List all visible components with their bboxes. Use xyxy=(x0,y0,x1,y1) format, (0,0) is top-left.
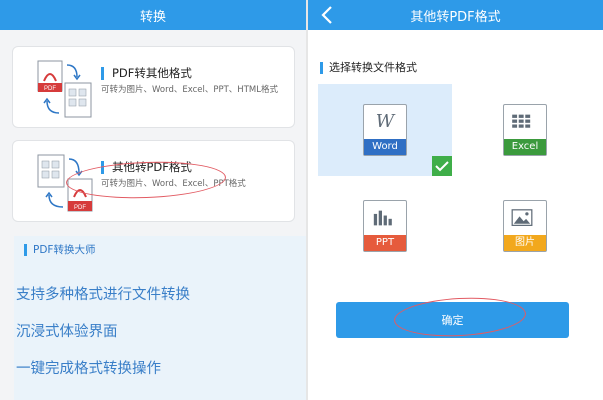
format-tile-word[interactable]: W Word xyxy=(318,84,452,176)
convert-title: 转换 xyxy=(139,9,166,25)
card-description: 可转为图片、Word、Excel、PPT、HTML格式 xyxy=(101,85,278,95)
format-tile-ppt[interactable]: PPT xyxy=(318,180,452,272)
picture-icon xyxy=(511,209,533,226)
format-select-screen: 其他转PDF格式 选择转换文件格式 W Word Excel PPT 图片 确定 xyxy=(308,0,603,400)
grid-icon xyxy=(512,114,531,128)
format-tile-image[interactable]: 图片 xyxy=(458,180,592,272)
selected-check-icon xyxy=(432,156,452,176)
feature-item: 一键完成格式转换操作 xyxy=(16,361,161,377)
svg-text:PDF: PDF xyxy=(74,205,86,211)
promo-header: PDF转换大师 xyxy=(24,244,95,256)
format-label: PPT xyxy=(364,235,406,251)
format-label: 图片 xyxy=(504,235,546,251)
excel-icon: Excel xyxy=(503,104,547,156)
convert-header: 转换 xyxy=(0,0,306,30)
pdf-to-other-icon: PDF xyxy=(37,60,92,118)
back-arrow-icon[interactable] xyxy=(318,4,336,26)
format-label: Word xyxy=(364,139,406,155)
card-title: PDF转其他格式 xyxy=(101,67,192,80)
format-select-title: 其他转PDF格式 xyxy=(410,9,501,25)
feature-item: 沉浸式体验界面 xyxy=(16,324,118,340)
convert-screen: 转换 PDF PDF转其他格式 可转为图片、Word、Excel、PPT、HTM… xyxy=(0,0,306,400)
svg-text:PDF: PDF xyxy=(44,86,56,92)
card-description: 可转为图片、Word、Excel、PPT格式 xyxy=(101,179,246,189)
confirm-button[interactable]: 确定 xyxy=(336,302,569,338)
word-icon: W Word xyxy=(363,104,407,156)
format-label: Excel xyxy=(504,139,546,155)
section-title: 选择转换文件格式 xyxy=(320,62,417,74)
format-tile-excel[interactable]: Excel xyxy=(458,84,592,176)
feature-item: 支持多种格式进行文件转换 xyxy=(16,287,190,303)
image-icon: 图片 xyxy=(503,200,547,252)
format-select-header: 其他转PDF格式 xyxy=(308,0,603,30)
card-title: 其他转PDF格式 xyxy=(101,161,192,174)
other-to-pdf-icon: PDF xyxy=(37,154,93,212)
pdf-to-other-card[interactable]: PDF PDF转其他格式 可转为图片、Word、Excel、PPT、HTML格式 xyxy=(12,46,295,128)
bar-chart-icon xyxy=(373,210,392,226)
ppt-icon: PPT xyxy=(363,200,407,252)
other-to-pdf-card[interactable]: PDF 其他转PDF格式 可转为图片、Word、Excel、PPT格式 xyxy=(12,140,295,222)
